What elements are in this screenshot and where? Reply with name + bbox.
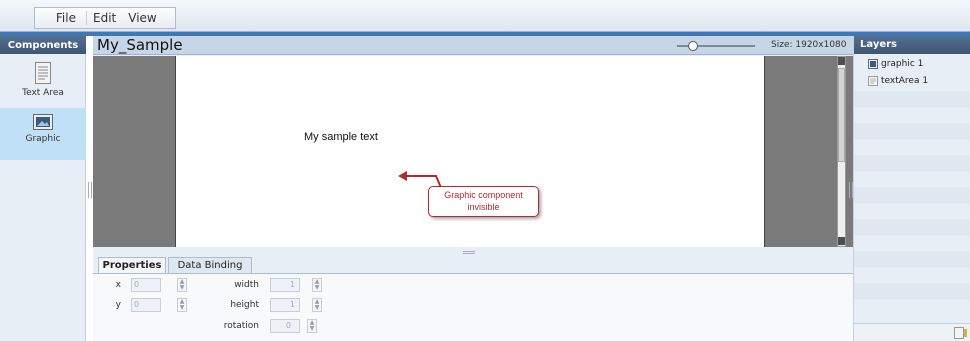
stage-canvas[interactable]: My sample text Graphic component invisibl… bbox=[175, 56, 765, 247]
layer-label: textArea 1 bbox=[881, 76, 929, 86]
tab-data-binding[interactable]: Data Binding bbox=[168, 257, 252, 273]
components-header: Components bbox=[0, 36, 86, 54]
text-area-icon bbox=[35, 62, 51, 84]
scroll-down-icon[interactable] bbox=[838, 237, 845, 245]
menu-view[interactable]: View bbox=[122, 11, 162, 25]
properties-panel: x 0 ▲ ▼ y 0 ▲ ▼ width 1 ▲ ▼ height 1 ▲ ▼ rot… bbox=[93, 273, 853, 341]
layer-label: graphic 1 bbox=[881, 59, 924, 69]
y-value: 0 bbox=[134, 300, 140, 309]
splitter-grip[interactable] bbox=[463, 251, 475, 254]
menu-group: File Edit View bbox=[34, 7, 176, 29]
document-title: My_Sample bbox=[97, 36, 183, 54]
layers-footer bbox=[854, 323, 970, 341]
menu-file[interactable]: File bbox=[35, 11, 87, 25]
annotation-callout: Graphic component invisible bbox=[428, 186, 539, 217]
sample-text-area[interactable]: My sample text bbox=[304, 131, 378, 143]
height-spinner[interactable]: ▲ ▼ bbox=[312, 298, 322, 312]
y-input[interactable]: 0 bbox=[131, 298, 161, 312]
x-spinner[interactable]: ▲ ▼ bbox=[177, 278, 187, 292]
rotation-label: rotation bbox=[223, 321, 259, 331]
rotation-spinner[interactable]: ▲ ▼ bbox=[307, 319, 317, 333]
menu-bar: File Edit View bbox=[0, 0, 970, 32]
document-title-bar: My_Sample Size: 1920x1080 bbox=[93, 36, 853, 55]
width-input[interactable]: 1 bbox=[270, 278, 300, 292]
component-label: Graphic bbox=[25, 134, 61, 144]
scrollbar-thumb[interactable] bbox=[838, 68, 845, 162]
text-area-icon bbox=[868, 76, 878, 86]
graphic-icon bbox=[33, 114, 53, 130]
tab-properties[interactable]: Properties bbox=[98, 257, 166, 273]
height-value: 1 bbox=[289, 300, 295, 309]
layer-item-graphic[interactable]: graphic 1 bbox=[854, 56, 970, 72]
layer-actions-icon[interactable] bbox=[954, 327, 968, 339]
x-input[interactable]: 0 bbox=[131, 278, 161, 292]
component-label: Text Area bbox=[22, 88, 64, 98]
left-splitter-grip[interactable] bbox=[88, 182, 92, 198]
canvas-size-label: Size: 1920x1080 bbox=[771, 40, 847, 50]
component-graphic[interactable]: Graphic bbox=[0, 108, 86, 160]
properties-tabs: Properties Data Binding bbox=[93, 257, 853, 273]
rotation-input[interactable]: 0 bbox=[270, 319, 300, 333]
x-value: 0 bbox=[134, 280, 140, 289]
zoom-slider-knob[interactable] bbox=[687, 41, 698, 51]
menu-edit[interactable]: Edit bbox=[87, 11, 122, 25]
x-label: x bbox=[115, 280, 121, 290]
width-label: width bbox=[234, 280, 259, 290]
y-spinner[interactable]: ▲ ▼ bbox=[177, 298, 187, 312]
width-value: 1 bbox=[289, 280, 295, 289]
graphic-icon bbox=[868, 59, 878, 69]
rotation-value: 0 bbox=[285, 321, 291, 330]
layer-item-text-area[interactable]: textArea 1 bbox=[854, 73, 970, 89]
scroll-up-icon[interactable] bbox=[838, 57, 845, 65]
component-text-area[interactable]: Text Area bbox=[0, 56, 86, 108]
main-panel: My_Sample Size: 1920x1080 My sample text… bbox=[93, 36, 853, 341]
width-spinner[interactable]: ▲ ▼ bbox=[312, 278, 322, 292]
height-label: height bbox=[230, 300, 259, 310]
layers-panel: Layers graphic 1 textArea 1 bbox=[853, 36, 970, 341]
y-label: y bbox=[115, 300, 121, 310]
layers-header: Layers bbox=[854, 36, 970, 54]
components-panel: Components Text Area Graphic bbox=[0, 36, 86, 341]
height-input[interactable]: 1 bbox=[270, 298, 300, 312]
